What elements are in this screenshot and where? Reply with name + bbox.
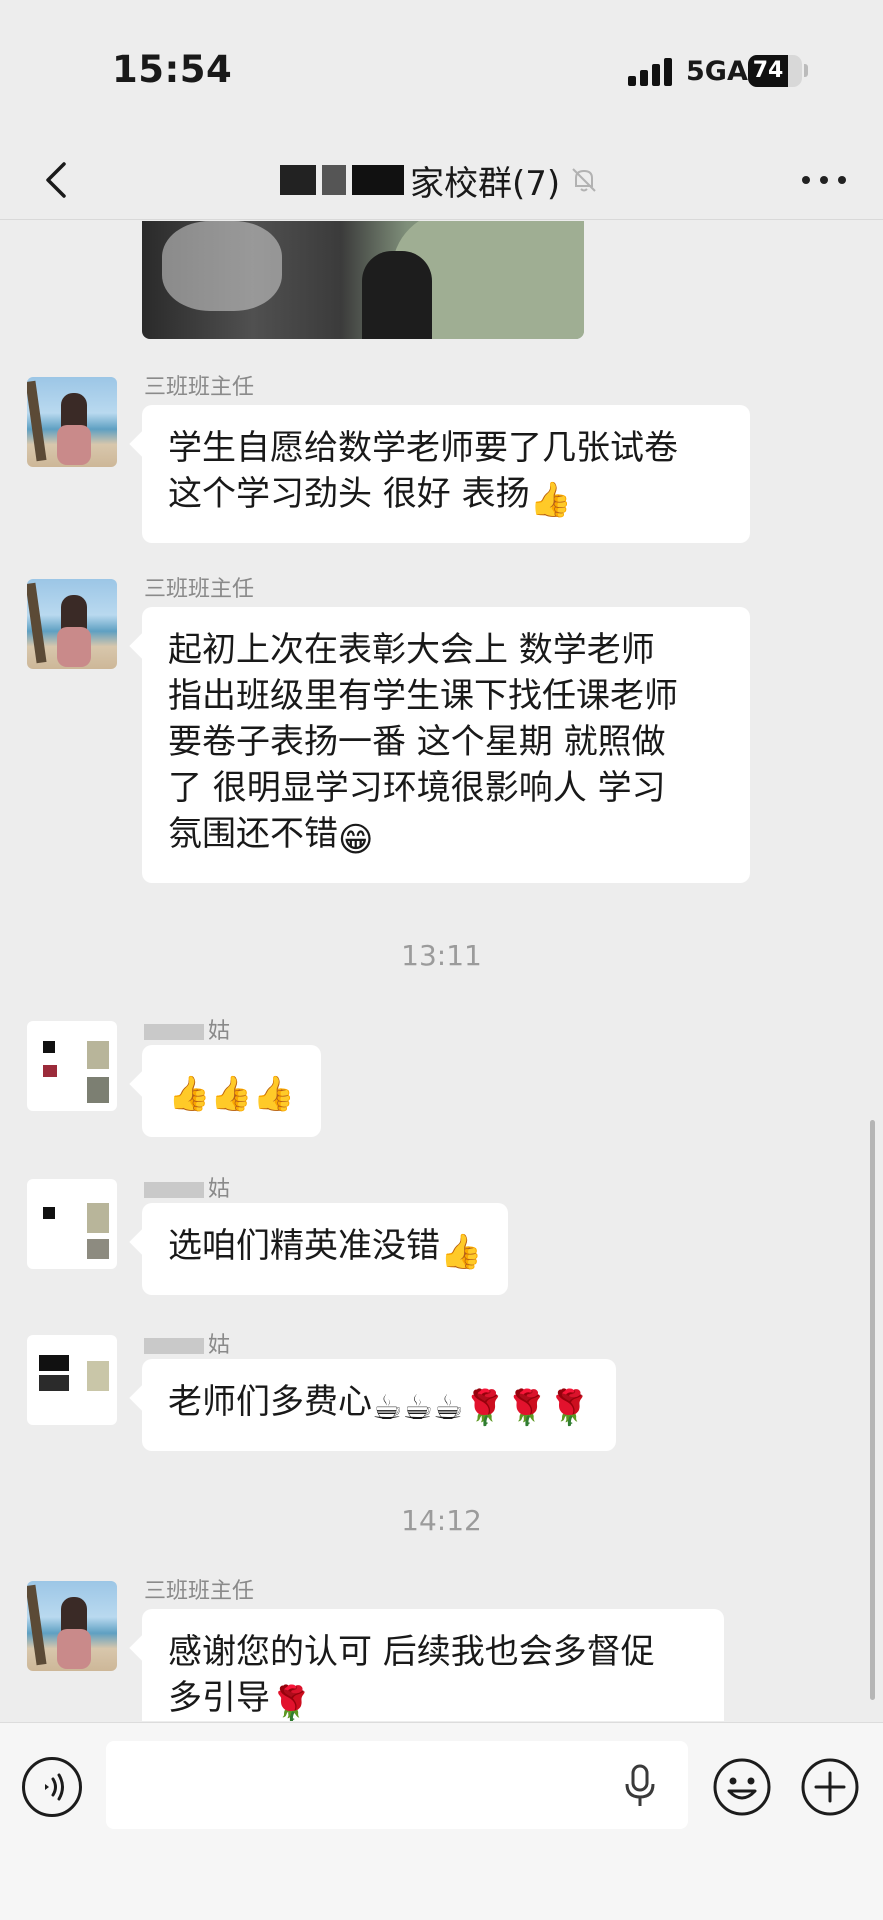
bell-muted-icon: [572, 168, 596, 192]
sender-name: 姑: [144, 1013, 230, 1045]
sender-name-text: 姑: [208, 1333, 231, 1358]
battery-level: 74: [752, 58, 784, 83]
photo-region: [162, 221, 282, 311]
battery-icon: 74: [748, 55, 802, 87]
avatar-detail: [27, 582, 47, 664]
avatar-detail: [39, 1355, 69, 1371]
avatar-detail: [43, 1041, 55, 1053]
message-bubble[interactable]: 老师们多费心☕☕☕🌹🌹🌹: [142, 1359, 617, 1451]
avatar-detail: [27, 1584, 47, 1666]
sender-name: 姑: [144, 1327, 230, 1359]
avatar[interactable]: [27, 1335, 117, 1425]
message-text: 氛围还不错: [168, 814, 338, 854]
message-input[interactable]: [106, 1741, 688, 1829]
voice-wave-icon: [45, 1773, 64, 1801]
avatar-detail: [57, 425, 91, 465]
message-text-line: 这个学习劲头 很好 表扬👍: [168, 471, 724, 523]
sender-name-text: 姑: [208, 1177, 231, 1202]
redacted-block: [144, 1338, 204, 1354]
message-text: 起初上次在表彰大会上 数学老师: [168, 630, 655, 670]
back-button[interactable]: [30, 152, 86, 208]
avatar-detail: [87, 1239, 109, 1259]
message-text: 选咱们精英准没错: [168, 1226, 440, 1266]
message-text-line: 氛围还不错😁: [168, 811, 724, 863]
message-bubble[interactable]: 感谢您的认可 后续我也会多督促 多引导🌹: [142, 1609, 724, 1721]
redacted-block: [144, 1182, 204, 1198]
avatar[interactable]: [27, 1021, 117, 1111]
sender-name-text: 姑: [208, 1019, 231, 1044]
message-text: 老师们多费心: [168, 1382, 372, 1422]
input-bar: [0, 1722, 883, 1920]
battery-tip: [804, 64, 808, 77]
microphone-icon: [625, 1764, 655, 1806]
scrollbar[interactable]: [870, 1120, 875, 1700]
avatar[interactable]: [27, 1581, 117, 1671]
message-list[interactable]: 三班班主任 学生自愿给数学老师要了几张试卷 这个学习劲头 很好 表扬👍 三班班主…: [0, 221, 883, 1721]
avatar-detail: [57, 627, 91, 667]
grin-emoji: 😁: [338, 820, 374, 860]
sender-name: 姑: [144, 1171, 230, 1203]
status-bar: 15:54 5GA 74: [0, 0, 883, 140]
avatar[interactable]: [27, 1179, 117, 1269]
photo-region: [362, 251, 432, 339]
redacted-block: [280, 165, 316, 195]
rose-emoji: 🌹🌹🌹: [463, 1388, 591, 1428]
coffee-emoji: ☕☕☕: [372, 1388, 464, 1428]
smiley-icon: [713, 1758, 771, 1816]
chevron-left-icon: [46, 162, 66, 198]
sender-name: 三班班主任: [144, 1579, 255, 1604]
chat-header: 家校群(7): [0, 140, 883, 220]
thumbs-up-emoji: 👍👍👍: [168, 1074, 296, 1114]
avatar-detail: [39, 1375, 69, 1391]
message-bubble[interactable]: 👍👍👍: [142, 1045, 322, 1137]
redacted-block: [144, 1024, 204, 1040]
signal-strength-icon: [628, 58, 674, 86]
timestamp: 14:12: [401, 1504, 482, 1537]
message-text: 要卷子表扬一番 这个星期 就照做: [168, 722, 666, 762]
avatar-detail: [43, 1207, 55, 1219]
avatar-detail: [27, 380, 47, 462]
more-dots-icon: [802, 176, 810, 184]
message-text: 了 很明显学习环境很影响人 学习: [168, 768, 666, 808]
avatar-detail: [87, 1361, 109, 1391]
avatar-detail: [87, 1203, 109, 1233]
message-text: 多引导: [168, 1678, 270, 1718]
message-bubble[interactable]: 选咱们精英准没错👍: [142, 1203, 509, 1295]
plus-circle-icon: [801, 1758, 859, 1816]
message-text-line: 多引导🌹: [168, 1675, 698, 1721]
avatar-detail: [43, 1065, 57, 1077]
message-bubble[interactable]: 学生自愿给数学老师要了几张试卷 这个学习劲头 很好 表扬👍: [142, 405, 750, 543]
status-time: 15:54: [112, 48, 233, 91]
redacted-block: [352, 165, 404, 195]
more-dot: [838, 176, 846, 184]
thumbs-up-emoji: 👍: [529, 480, 572, 520]
message-bubble[interactable]: 起初上次在表彰大会上 数学老师 指出班级里有学生课下找任课老师 要卷子表扬一番 …: [142, 607, 750, 883]
thumbs-up-emoji: 👍: [440, 1232, 483, 1272]
avatar-detail: [87, 1077, 109, 1103]
message-text: 指出班级里有学生课下找任课老师: [168, 676, 678, 716]
redacted-block: [322, 165, 346, 195]
image-message[interactable]: [142, 221, 584, 339]
sender-name: 三班班主任: [144, 577, 255, 602]
microphone-button[interactable]: [620, 1763, 660, 1809]
rose-emoji: 🌹: [270, 1684, 313, 1721]
sender-name: 三班班主任: [144, 375, 255, 400]
more-options-button[interactable]: [796, 152, 852, 208]
network-type: 5GA: [686, 56, 748, 87]
avatar[interactable]: [27, 377, 117, 467]
message-text: 这个学习劲头 很好 表扬: [168, 474, 530, 514]
more-actions-button[interactable]: [800, 1757, 860, 1817]
message-text: 感谢您的认可 后续我也会多督促: [168, 1632, 655, 1672]
message-text: 学生自愿给数学老师要了几张试卷: [168, 428, 678, 468]
voice-mode-button[interactable]: [22, 1757, 82, 1817]
emoji-button[interactable]: [712, 1757, 772, 1817]
avatar-detail: [87, 1041, 109, 1069]
avatar[interactable]: [27, 579, 117, 669]
chat-title: 家校群(7): [280, 152, 600, 208]
timestamp: 13:11: [401, 939, 482, 972]
avatar-detail: [57, 1629, 91, 1669]
chat-title-text: 家校群(7): [410, 163, 561, 204]
more-dot: [820, 176, 828, 184]
